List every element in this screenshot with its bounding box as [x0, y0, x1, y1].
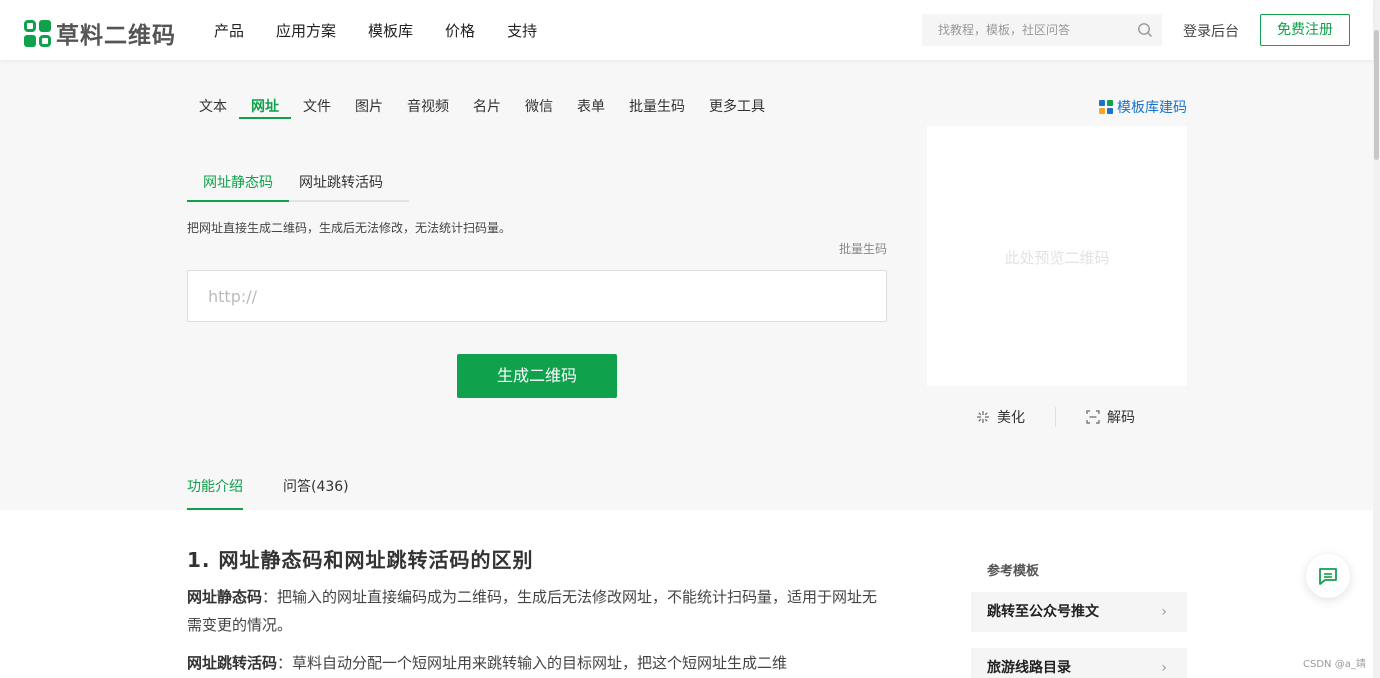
tab-business-card[interactable]: 名片 — [461, 96, 513, 119]
tool-divider — [1055, 407, 1056, 427]
paragraph-text: ：草料自动分配一个短网址用来跳转输入的目标网址，把这个短网址生成二维 — [277, 654, 788, 672]
reference-item[interactable]: 跳转至公众号推文 › — [971, 592, 1187, 632]
reference-title: 参考模板 — [987, 564, 1040, 579]
tab-form[interactable]: 表单 — [565, 96, 617, 119]
chevron-right-icon: › — [1161, 660, 1167, 676]
template-link-label: 模板库建码 — [1117, 100, 1187, 116]
beautify-button[interactable]: 美化 — [976, 407, 1025, 427]
generator-panel: 文本 网址 文件 图片 音视频 名片 微信 表单 批量生码 更多工具 模板库建码… — [0, 60, 1373, 510]
batch-generate-link[interactable]: 批量生码 — [839, 240, 887, 257]
decode-label: 解码 — [1107, 410, 1135, 426]
tab-url[interactable]: 网址 — [239, 96, 291, 119]
beautify-label: 美化 — [997, 410, 1025, 426]
chat-icon — [1319, 568, 1337, 585]
preview-placeholder: 此处预览二维码 — [1004, 249, 1110, 267]
generate-qr-button[interactable]: 生成二维码 — [457, 354, 617, 398]
feature-article: 1. 网址静态码和网址跳转活码的区别 网址静态码：把输入的网址直接编码成为二维码… — [187, 544, 892, 677]
template-grid-icon — [1099, 100, 1113, 114]
feedback-button[interactable] — [1306, 554, 1350, 598]
description-text: 把网址直接生成二维码，生成后无法修改，无法统计扫码量。 — [187, 221, 512, 235]
nav-item-support[interactable]: 支持 — [507, 20, 537, 41]
tab-file[interactable]: 文件 — [291, 96, 343, 119]
article-paragraph: 网址跳转活码：草料自动分配一个短网址用来跳转输入的目标网址，把这个短网址生成二维 — [187, 649, 892, 677]
scrollbar[interactable] — [1373, 0, 1380, 678]
article-paragraph: 网址静态码：把输入的网址直接编码成为二维码，生成后无法修改网址，不能统计扫码量，… — [187, 583, 892, 639]
tab-audio-video[interactable]: 音视频 — [395, 96, 461, 119]
article-title: 1. 网址静态码和网址跳转活码的区别 — [187, 548, 534, 572]
search-input[interactable] — [922, 14, 1127, 46]
search-box — [922, 14, 1162, 46]
logo-text: 草料二维码 — [56, 23, 176, 49]
url-sub-tabs: 网址静态码 网址跳转活码 — [187, 168, 409, 202]
tab-image[interactable]: 图片 — [343, 96, 395, 119]
logo-icon — [24, 19, 51, 47]
search-icon[interactable] — [1137, 22, 1153, 38]
main-nav: 产品 应用方案 模板库 价格 支持 — [214, 20, 569, 41]
reference-item-label: 跳转至公众号推文 — [987, 604, 1099, 620]
paragraph-text: ：把输入的网址直接编码成为二维码，生成后无法修改网址，不能统计扫码量，适用于网址… — [187, 588, 878, 634]
template-link[interactable]: 模板库建码 — [1099, 97, 1187, 117]
top-header: 草料二维码 产品 应用方案 模板库 价格 支持 登录后台 免费注册 — [0, 0, 1373, 60]
info-tabs: 功能介绍 问答(436) — [187, 468, 389, 510]
nav-item-solutions[interactable]: 应用方案 — [276, 20, 336, 41]
paragraph-label: 网址静态码 — [187, 588, 263, 606]
paragraph-label: 网址跳转活码 — [187, 654, 278, 672]
tab-more-tools[interactable]: 更多工具 — [697, 96, 777, 119]
reference-item-label: 旅游线路目录 — [987, 660, 1071, 676]
scan-icon — [1086, 410, 1100, 424]
watermark: CSDN @a_靖 — [1303, 659, 1366, 670]
tab-feature-intro[interactable]: 功能介绍 — [187, 468, 243, 510]
scrollbar-thumb[interactable] — [1374, 30, 1379, 160]
url-input[interactable] — [187, 270, 887, 322]
decode-button[interactable]: 解码 — [1086, 407, 1135, 427]
nav-item-products[interactable]: 产品 — [214, 20, 244, 41]
sparkle-icon — [977, 411, 989, 423]
tab-batch[interactable]: 批量生码 — [617, 96, 697, 119]
login-link[interactable]: 登录后台 — [1183, 21, 1239, 41]
tab-static-url-code[interactable]: 网址静态码 — [187, 168, 289, 202]
logo[interactable]: 草料二维码 — [24, 16, 176, 50]
tab-qa[interactable]: 问答(436) — [283, 468, 349, 510]
type-tabs: 文本 网址 文件 图片 音视频 名片 微信 表单 批量生码 更多工具 — [187, 96, 777, 119]
tab-text[interactable]: 文本 — [187, 96, 239, 119]
qr-preview: 此处预览二维码 — [927, 126, 1187, 386]
nav-item-pricing[interactable]: 价格 — [445, 20, 475, 41]
register-button[interactable]: 免费注册 — [1260, 14, 1350, 46]
preview-tools: 美化 解码 — [927, 406, 1187, 428]
tab-wechat[interactable]: 微信 — [513, 96, 565, 119]
tab-dynamic-url-code[interactable]: 网址跳转活码 — [289, 168, 393, 200]
reference-item[interactable]: 旅游线路目录 › — [971, 648, 1187, 678]
chevron-right-icon: › — [1161, 604, 1167, 620]
nav-item-templates[interactable]: 模板库 — [368, 20, 413, 41]
